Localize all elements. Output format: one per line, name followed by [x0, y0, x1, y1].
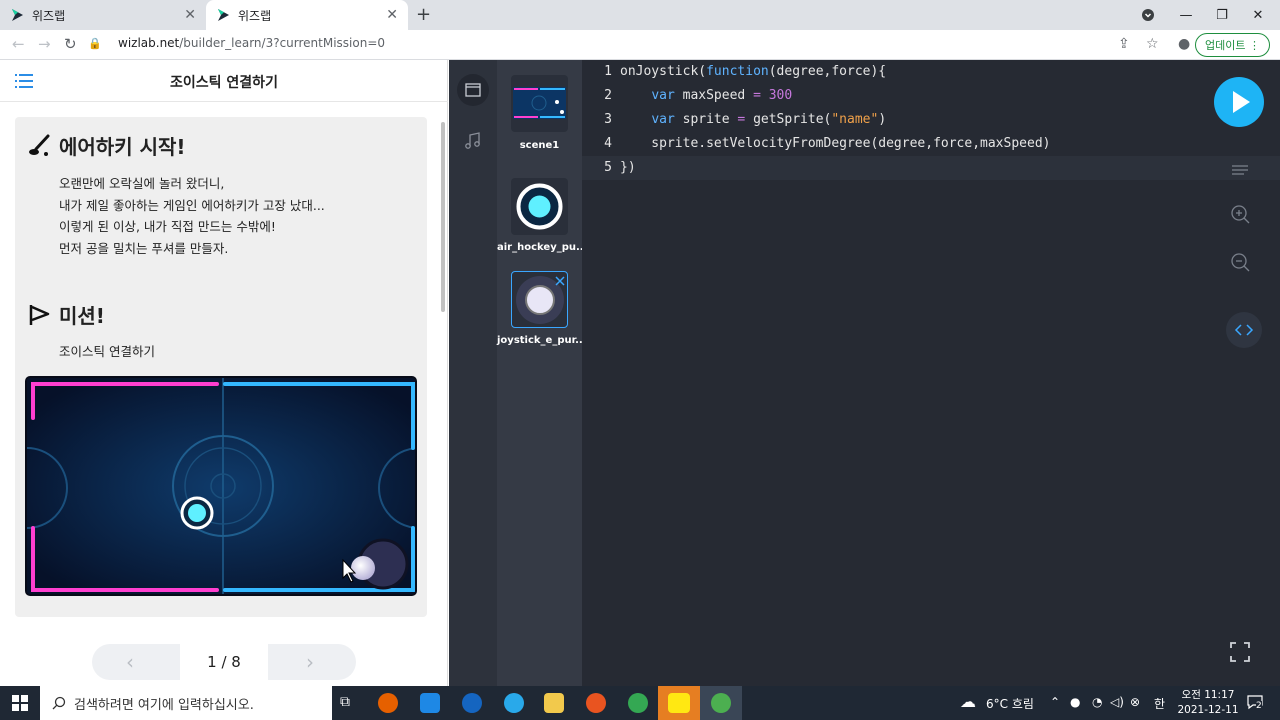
bookmark-star-icon[interactable]: ☆: [1146, 36, 1159, 52]
section-heading-start: 에어하키 시작!: [27, 131, 185, 160]
lesson-header: 조이스틱 연결하기: [0, 60, 448, 102]
task-view-icon[interactable]: ⧉: [340, 694, 350, 710]
code-brackets-icon: [1234, 324, 1254, 336]
mission-text: 조이스틱 연결하기: [59, 344, 155, 359]
next-page-icon[interactable]: ›: [306, 650, 314, 674]
asset-list: scene1 air_hockey_pu... joystick_e_pur..…: [497, 60, 588, 686]
asset-air-hockey-puck[interactable]: [511, 178, 568, 235]
tab-title: 위즈랩: [32, 8, 66, 23]
window-icon: [465, 83, 481, 97]
new-tab-icon[interactable]: +: [416, 4, 431, 25]
update-button[interactable]: 업데이트 ⋮: [1195, 33, 1270, 57]
maximize-icon[interactable]: ❐: [1204, 0, 1240, 30]
windows-taskbar: 검색하려면 여기에 입력하십시오. ⧉ ☁ 6°C 흐림 ⌃ ● ◔ ◁) ⊗ …: [0, 686, 1280, 720]
line-number: 4: [604, 136, 612, 151]
code-line[interactable]: onJoystick(function(degree,force){: [620, 64, 886, 79]
flag-icon: [29, 304, 50, 325]
pagination: ‹ 1 / 8 ›: [92, 644, 356, 680]
kakaotalk-icon: [668, 693, 690, 713]
game-preview-image: [25, 376, 417, 596]
weather-text[interactable]: 6°C 흐림: [986, 695, 1034, 712]
page-indicator: 1 / 8: [180, 644, 268, 680]
back-icon[interactable]: ←: [12, 35, 25, 53]
code-line[interactable]: var sprite = getSprite("name"): [620, 112, 886, 127]
browser-tab-2-active[interactable]: 위즈랩 ✕: [206, 0, 408, 30]
wizlab-favicon-icon: [218, 9, 229, 21]
code-line[interactable]: }): [620, 160, 636, 175]
search-icon: [52, 696, 66, 710]
network-icon[interactable]: ◔: [1092, 695, 1102, 709]
address-bar: ← → ↻ 🔒 wizlab.net/builder_learn/3?curre…: [0, 30, 1280, 60]
forward-icon[interactable]: →: [38, 35, 51, 53]
zoom-out-icon[interactable]: [1228, 250, 1252, 274]
profile-icon[interactable]: ●: [1178, 36, 1190, 52]
asset-label: joystick_e_pur...: [497, 335, 587, 346]
weather-cloud-icon[interactable]: ☁: [960, 692, 976, 711]
lesson-panel: 조이스틱 연결하기 에어하키 시작! 오랜만에 오락실에 놀러 왔더니, 내가 …: [0, 60, 448, 686]
ubuntu-icon[interactable]: [586, 693, 606, 713]
kakaotalk-button[interactable]: [658, 686, 700, 720]
chrome-icon: [711, 693, 731, 713]
volume-icon[interactable]: ◁): [1110, 695, 1124, 709]
code-view-toggle-button[interactable]: [1226, 312, 1262, 348]
tray-app-icon[interactable]: ●: [1070, 695, 1080, 709]
browser-tab-strip: 위즈랩 ✕ 위즈랩 ✕ + — ❐ ✕: [0, 0, 1280, 30]
taskbar-search-input[interactable]: 검색하려면 여기에 입력하십시오.: [40, 686, 332, 720]
windows-start-icon[interactable]: [12, 695, 28, 715]
lesson-card: 에어하키 시작! 오랜만에 오락실에 놀러 왔더니, 내가 제일 좋아하는 게임…: [15, 117, 427, 617]
line-number: 2: [604, 88, 612, 103]
tab-search-icon[interactable]: [1130, 0, 1166, 30]
line-number: 3: [604, 112, 612, 127]
section-heading-mission: 미션!: [27, 300, 105, 329]
wizlab-favicon-icon: [12, 9, 23, 21]
scene-tab-button[interactable]: [457, 74, 489, 106]
line-number: 1: [604, 64, 612, 79]
code-line[interactable]: sprite.setVelocityFromDegree(degree,forc…: [620, 136, 1050, 151]
notification-center-icon[interactable]: 2: [1246, 694, 1264, 711]
hockey-stick-icon: [29, 134, 50, 156]
close-tab-icon[interactable]: ✕: [184, 7, 196, 23]
chrome-icon[interactable]: [628, 693, 648, 713]
code-line[interactable]: var maxSpeed = 300: [620, 88, 792, 103]
line-number: 5: [604, 160, 612, 175]
prev-page-icon[interactable]: ‹: [126, 650, 134, 674]
file-explorer-icon[interactable]: [544, 693, 564, 713]
zoom-in-icon[interactable]: [1228, 202, 1252, 226]
asset-scene1[interactable]: [511, 75, 568, 132]
close-tab-icon[interactable]: ✕: [386, 7, 398, 23]
minimize-icon[interactable]: —: [1168, 0, 1204, 30]
close-window-icon[interactable]: ✕: [1240, 0, 1276, 30]
format-lines-icon[interactable]: [1228, 158, 1252, 182]
scrollbar[interactable]: [441, 122, 445, 312]
ime-indicator[interactable]: 한: [1154, 695, 1165, 712]
asset-label: air_hockey_pu...: [497, 242, 588, 253]
lock-icon[interactable]: 🔒: [88, 37, 102, 50]
editor-sidebar: [449, 60, 497, 686]
code-editor[interactable]: 1 2 3 4 5 onJoystick(function(degree,for…: [582, 60, 1280, 686]
share-icon[interactable]: ⇪: [1118, 36, 1130, 52]
asset-joystick-selected[interactable]: [511, 271, 568, 328]
vscode-icon[interactable]: [420, 693, 440, 713]
tab-title: 위즈랩: [238, 8, 272, 23]
maps-icon[interactable]: [462, 693, 482, 713]
clock[interactable]: 오전 11:17 2021-12-11: [1176, 688, 1240, 718]
current-line-highlight: [582, 156, 1280, 180]
browser-tab-1[interactable]: 위즈랩 ✕: [0, 0, 206, 30]
tray-expand-icon[interactable]: ⌃: [1050, 695, 1060, 709]
run-button[interactable]: [1214, 77, 1264, 127]
play-icon: [1233, 91, 1250, 113]
chrome-active-button[interactable]: [700, 686, 742, 720]
music-note-icon[interactable]: [464, 132, 482, 154]
tray-close-icon[interactable]: ⊗: [1130, 695, 1140, 709]
notification-count: 2: [1256, 701, 1262, 711]
reload-icon[interactable]: ↻: [64, 35, 77, 53]
fullscreen-icon[interactable]: [1228, 640, 1252, 664]
asset-label: scene1: [519, 140, 560, 151]
intro-text: 오랜만에 오락실에 놀러 왔더니, 내가 제일 좋아하는 게임인 에어하키가 고…: [59, 176, 325, 256]
url-field[interactable]: wizlab.net/builder_learn/3?currentMissio…: [118, 36, 385, 50]
lesson-title: 조이스틱 연결하기: [170, 75, 278, 91]
firefox-icon[interactable]: [378, 693, 398, 713]
telegram-icon[interactable]: [504, 693, 524, 713]
